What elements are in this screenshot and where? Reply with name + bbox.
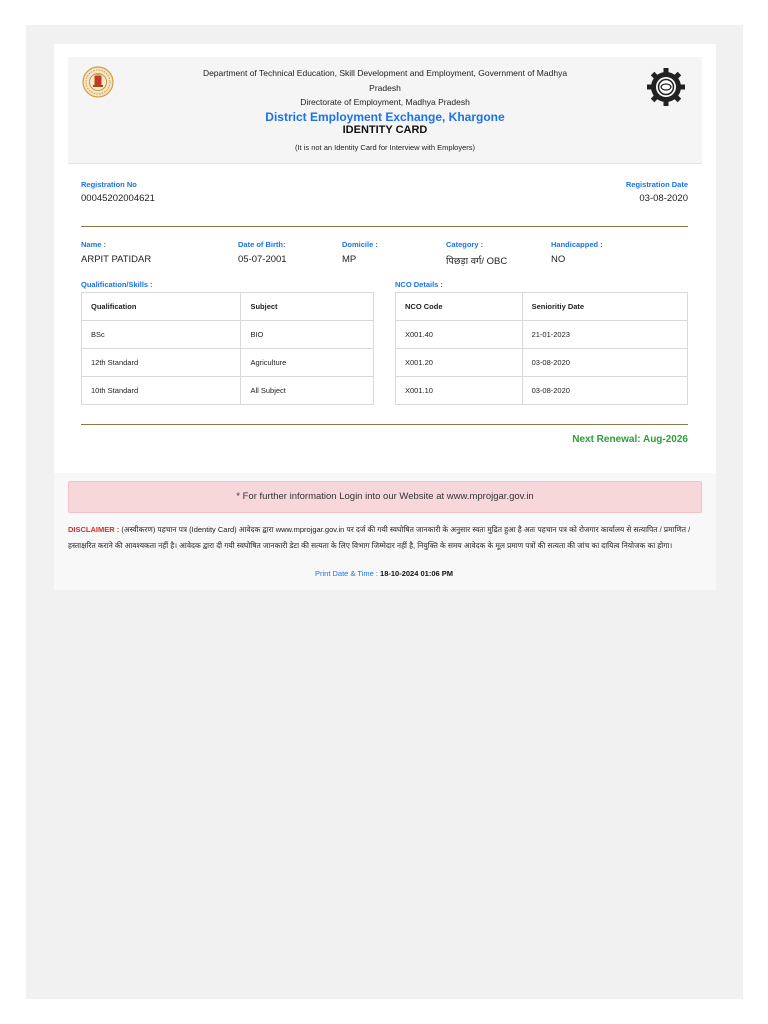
table-cell: BSc [80, 320, 242, 349]
name-value: ARPIT PATIDAR [81, 254, 152, 265]
table-header-cell: NCO Code [395, 292, 523, 321]
print-date-value: 18-10-2024 01:06 PM [380, 569, 453, 578]
table-cell: 21-01-2023 [521, 320, 689, 349]
table-cell: All Subject [240, 376, 374, 405]
category-label: Category : [446, 240, 484, 249]
name-label: Name : [81, 240, 107, 249]
divider-top [81, 226, 688, 227]
qualification-section-label: Qualification/Skills : [81, 280, 153, 289]
table-row: 10th Standard All Subject [80, 376, 374, 405]
table-row: BSc BIO [80, 320, 374, 349]
card-title: IDENTITY CARD [342, 124, 428, 136]
table-cell: 03-08-2020 [521, 376, 689, 405]
table-row: X001.40 21-01-2023 [395, 320, 689, 349]
table-cell: X001.10 [395, 376, 523, 405]
table-header-cell: Subject [240, 292, 374, 321]
table-cell: Agriculture [240, 348, 374, 377]
table-header-cell: Senioritiy Date [521, 292, 689, 321]
table-cell: X001.40 [395, 320, 523, 349]
registration-no-label: Registration No [81, 180, 137, 189]
table-row: 12th Standard Agriculture [80, 348, 374, 377]
table-cell: X001.20 [395, 348, 523, 377]
next-renewal: Next Renewal: Aug-2026 [572, 434, 688, 445]
print-date: Print Date & Time : 18-10-2024 01:06 PM [200, 569, 568, 578]
directorate-name: Directorate of Employment, Madhya Prades… [300, 97, 470, 107]
table-cell: 12th Standard [80, 348, 242, 377]
exchange-name: District Employment Exchange, Khargone [265, 110, 505, 124]
nco-table: NCO Code Senioritiy Date X001.40 21-01-2… [395, 292, 689, 405]
mp-government-emblem-icon [82, 66, 114, 98]
table-cell: 10th Standard [80, 376, 242, 405]
registration-date-label: Registration Date [625, 180, 688, 189]
disclaimer-label: DISCLAIMER : [68, 525, 120, 534]
table-cell: BIO [240, 320, 374, 349]
table-header-row: NCO Code Senioritiy Date [395, 292, 689, 321]
nco-section-label: NCO Details : [395, 280, 443, 289]
handicapped-value: NO [551, 254, 566, 265]
department-name: Department of Technical Education, Skill… [202, 68, 568, 93]
disclaimer-text: (अस्वीकरण) पहचान पत्र (Identity Card) आव… [68, 525, 691, 550]
table-row: X001.20 03-08-2020 [395, 348, 689, 377]
domicile-value: MP [342, 254, 357, 265]
table-header-row: Qualification Subject [80, 292, 374, 321]
employment-gear-logo-icon [647, 68, 685, 106]
print-date-label: Print Date & Time : [315, 569, 378, 578]
table-row: X001.10 03-08-2020 [395, 376, 689, 405]
handicapped-label: Handicapped : [551, 240, 603, 249]
registration-no-value: 00045202004621 [81, 193, 155, 204]
qualification-table: Qualification Subject BSc BIO 12th Stand… [80, 292, 374, 405]
registration-date-value: 03-08-2020 [639, 193, 688, 204]
card-note: (It is not an Identity Card for Intervie… [294, 143, 476, 152]
category-value: पिछड़ा वर्ग/ OBC [446, 256, 508, 267]
dob-value: 05-07-2001 [238, 254, 287, 265]
info-banner: * For further information Login into our… [68, 481, 702, 513]
domicile-label: Domicile : [342, 240, 378, 249]
dob-label: Date of Birth: [238, 240, 286, 249]
table-cell: 03-08-2020 [521, 348, 689, 377]
table-header-cell: Qualification [80, 292, 242, 321]
disclaimer: DISCLAIMER : (अस्वीकरण) पहचान पत्र (Iden… [68, 522, 700, 554]
divider-bottom [81, 424, 688, 425]
